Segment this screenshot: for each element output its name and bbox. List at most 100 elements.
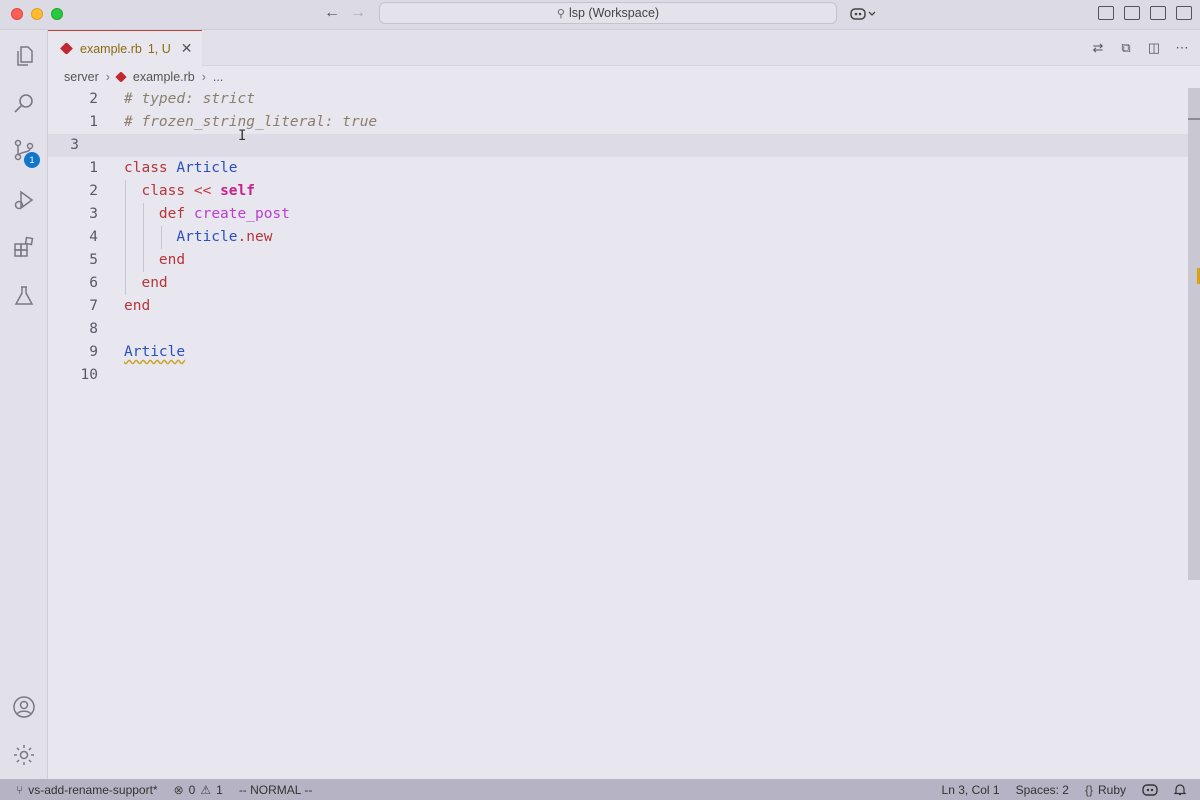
line-number: 9: [89, 344, 98, 360]
copilot-status-icon[interactable]: [1142, 783, 1158, 797]
tab-status: 1, U: [147, 41, 171, 56]
chevron-right-icon: ›: [105, 70, 110, 84]
breadcrumb-folder[interactable]: server: [64, 70, 99, 84]
code-line[interactable]: 3 def create_post: [48, 203, 1188, 226]
code-token: def: [158, 206, 186, 222]
open-changes-icon[interactable]: ⇄: [1090, 40, 1106, 56]
line-code: # typed: strict: [124, 88, 255, 111]
explorer-files-icon[interactable]: [12, 44, 36, 68]
copilot-icon[interactable]: [850, 6, 880, 22]
split-editor-icon[interactable]: ◫: [1146, 40, 1162, 56]
title-bar: ← → ⚲ lsp (Workspace): [0, 0, 1200, 30]
testing-flask-icon[interactable]: [12, 284, 36, 308]
problems-status[interactable]: ⊗ 0 ⚠ 1: [174, 783, 223, 797]
indentation-status[interactable]: Spaces: 2: [1016, 783, 1069, 797]
line-code: Article: [124, 341, 185, 364]
code-line[interactable]: 9 Article: [48, 341, 1188, 364]
close-tab-icon[interactable]: ✕: [181, 40, 193, 57]
code-token: end: [158, 252, 186, 268]
vim-mode-status: -- NORMAL --: [238, 782, 313, 797]
tab-example-rb[interactable]: example.rb 1, U ✕: [48, 30, 202, 66]
accounts-icon[interactable]: [12, 695, 36, 719]
breadcrumb: server › example.rb › ...: [48, 66, 1200, 88]
more-actions-icon[interactable]: ⋯: [1174, 40, 1190, 56]
minimize-window-button[interactable]: [31, 8, 43, 20]
code-token: end: [124, 298, 151, 314]
editor-tab-bar: example.rb 1, U ✕ ⇄ ⧉ ◫ ⋯: [48, 30, 1200, 66]
code-token: Article: [176, 160, 238, 176]
indent-guide: [125, 180, 126, 295]
toggle-panel-icon[interactable]: [1124, 6, 1140, 20]
maximize-window-button[interactable]: [51, 8, 63, 20]
extensions-icon[interactable]: [12, 235, 36, 259]
code-line[interactable]: 1 class Article: [48, 157, 1188, 180]
line-number: 1: [89, 114, 98, 130]
back-arrow-icon[interactable]: ←: [322, 4, 342, 22]
code-line[interactable]: 3: [48, 134, 1188, 157]
line-number: 8: [89, 321, 98, 337]
text-cursor-icon: I: [238, 128, 247, 144]
code-line[interactable]: 10: [48, 364, 1188, 387]
breadcrumb-more[interactable]: ...: [213, 70, 223, 84]
git-branch-icon: ⑂: [16, 782, 24, 797]
search-text: lsp (Workspace): [568, 6, 660, 20]
line-number: 10: [80, 367, 98, 383]
code-line[interactable]: 2 # typed: strict: [48, 88, 1188, 111]
run-debug-icon[interactable]: [12, 188, 36, 212]
line-code: def create_post: [124, 203, 290, 226]
editor-scrollbar[interactable]: [1188, 88, 1200, 580]
code-token: self: [220, 183, 255, 199]
code-line[interactable]: 2 class << self: [48, 180, 1188, 203]
code-token: class: [141, 183, 186, 199]
branch-name: vs-add-rename-support*: [28, 782, 158, 797]
line-number: 3: [89, 206, 98, 222]
braces-icon: {}: [1084, 782, 1093, 797]
code-token: # typed: strict: [124, 91, 255, 107]
forward-arrow-icon[interactable]: →: [348, 4, 368, 22]
code-token: .: [237, 229, 247, 245]
customize-layout-icon[interactable]: [1176, 6, 1192, 20]
ruby-file-icon: [115, 71, 127, 83]
code-line[interactable]: 4 Article.new: [48, 226, 1188, 249]
code-line[interactable]: 7 end: [48, 295, 1188, 318]
toggle-primary-sidebar-icon[interactable]: [1098, 6, 1114, 20]
code-line[interactable]: 5 end: [48, 249, 1188, 272]
line-number: 1: [89, 160, 98, 176]
toggle-secondary-sidebar-icon[interactable]: [1150, 6, 1166, 20]
scm-badge: 1: [24, 152, 40, 168]
line-number: 3: [70, 137, 79, 153]
scrollbar-cursor-marker: [1188, 118, 1200, 120]
language-mode-status[interactable]: {} Ruby: [1085, 783, 1126, 797]
line-number: 5: [89, 252, 98, 268]
indent-guide: [143, 203, 144, 272]
breadcrumb-file[interactable]: example.rb: [133, 70, 195, 84]
search-view-icon[interactable]: [12, 92, 36, 116]
line-code: # frozen_string_literal: true: [124, 111, 377, 134]
code-token: # frozen_string_literal: true: [124, 114, 378, 130]
code-line[interactable]: 1 # frozen_string_literal: true: [48, 111, 1188, 134]
code-token: Article: [124, 344, 186, 360]
line-number: 2: [89, 183, 98, 199]
code-token: create_post: [193, 206, 290, 222]
close-window-button[interactable]: [11, 8, 23, 20]
code-line[interactable]: 6 end: [48, 272, 1188, 295]
cursor-position-status[interactable]: Ln 3, Col 1: [942, 783, 1000, 797]
branch-status[interactable]: ⑂ vs-add-rename-support*: [16, 783, 158, 797]
code-line[interactable]: 8: [48, 318, 1188, 341]
code-token: Article: [176, 229, 238, 245]
error-icon: ⊗: [173, 782, 184, 797]
line-number: 6: [89, 275, 98, 291]
tab-filename: example.rb: [80, 41, 142, 56]
command-center-search[interactable]: ⚲ lsp (Workspace): [379, 2, 837, 24]
warning-count: 1: [216, 782, 223, 797]
code-token: class: [124, 160, 168, 176]
compare-icon[interactable]: ⧉: [1118, 40, 1134, 56]
notifications-bell-icon[interactable]: [1174, 783, 1186, 797]
code-editor[interactable]: 10 9 Article 8 7 end 6 end 5 end 4 Article.new 3 …: [48, 88, 1200, 779]
manage-gear-icon[interactable]: [12, 743, 36, 767]
